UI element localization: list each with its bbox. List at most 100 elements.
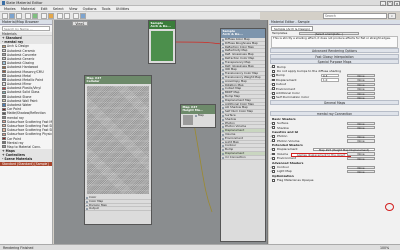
annotation-circle	[385, 203, 394, 211]
search-icon[interactable]: ⌕	[388, 13, 396, 19]
special-map-checkbox[interactable]	[272, 87, 275, 91]
move-children-icon[interactable]	[25, 13, 31, 19]
layout-children-icon[interactable]	[64, 13, 70, 19]
close-button[interactable]: ×	[394, 0, 400, 6]
surface-map-button[interactable]: None	[347, 121, 375, 125]
special-map-row: Self Illumination Color None	[269, 95, 400, 100]
photon-volume-checkbox[interactable]	[272, 139, 275, 143]
section-general-maps[interactable]: General Maps	[270, 100, 399, 105]
special-map-button[interactable]: None	[347, 91, 375, 95]
flag-opaque-checkbox[interactable]	[272, 178, 275, 182]
menu-view[interactable]: View	[69, 7, 78, 11]
maximize-button[interactable]: □	[387, 0, 393, 6]
tab-view1[interactable]: View1	[72, 21, 88, 26]
selected-scene-material[interactable]: Standard (Standard) [Sample]	[0, 161, 52, 166]
menu-utilities[interactable]: Utilities	[116, 7, 130, 11]
node-title: Map #27 Cellular	[85, 76, 151, 84]
browser-search-input[interactable]: Search by Name ...	[2, 26, 50, 31]
assign-material-icon[interactable]	[9, 13, 15, 19]
special-map-amount[interactable]: 1.0	[321, 78, 339, 82]
material-swatch-icon	[2, 78, 6, 82]
special-map-button[interactable]: None	[347, 73, 375, 78]
material-swatch-icon	[2, 44, 6, 48]
node-height-map[interactable]: Map #27 Height Ma... Map	[180, 104, 216, 128]
shadow-map-button[interactable]: None	[347, 126, 375, 130]
special-map-label: Additional Color	[275, 91, 300, 95]
volume-checkbox[interactable]	[272, 152, 275, 156]
volume-map-button[interactable]: None	[347, 152, 375, 156]
material-swatch-icon	[2, 107, 6, 111]
material-swatch-icon	[2, 99, 6, 103]
show-background-icon[interactable]	[48, 13, 54, 19]
node-slot[interactable]: Output	[85, 207, 151, 212]
node-slot-list: Diffuse Color Map Diffuse Roughness Map Re…	[221, 38, 265, 160]
node-view-canvas[interactable]: Sample Arch & De... Map #27 Cellular Col…	[54, 20, 268, 244]
wire-red	[174, 41, 223, 45]
menu-edit[interactable]: Edit	[41, 7, 48, 11]
pick-material-icon[interactable]	[2, 13, 8, 19]
displacement-checkbox[interactable]	[272, 148, 275, 151]
material-swatch-icon	[2, 132, 6, 136]
status-bar: Rendering Finished 100%	[0, 244, 400, 250]
special-map-label: Environment	[275, 86, 296, 91]
section-mr-connection[interactable]: mental ray Connection	[270, 111, 399, 116]
select-by-material-icon[interactable]	[80, 13, 86, 19]
menu-tools[interactable]: Tools	[102, 7, 111, 11]
node-slot[interactable]: Map	[194, 114, 215, 118]
node-arch-design[interactable]: Sample Arch & De... Diffuse Color Map Dif…	[220, 28, 266, 242]
node-title: Sample Arch & De...	[149, 21, 175, 29]
node-slot[interactable]: mr Connection	[221, 156, 265, 160]
search-input[interactable]: Search	[323, 13, 387, 19]
material-swatch-icon	[2, 65, 6, 69]
environment-checkbox[interactable]	[272, 156, 275, 160]
special-map-button[interactable]: None	[347, 95, 375, 100]
contour-map-button[interactable]: None	[347, 165, 375, 169]
delete-icon[interactable]	[16, 13, 22, 19]
displacement-map-button[interactable]: Map #27 (Height Map Displacement)	[313, 147, 375, 152]
lightmap-map-button[interactable]: None	[347, 169, 375, 174]
cellular-map-preview	[87, 86, 149, 194]
menu-select[interactable]: Select	[53, 7, 64, 11]
node-map-cellular[interactable]: Map #27 Cellular Color Color Map Divisio…	[84, 75, 152, 225]
layout-all-icon[interactable]	[57, 13, 63, 19]
special-map-checkbox[interactable]	[272, 78, 275, 82]
material-swatch-icon	[2, 145, 6, 149]
menu-modes[interactable]: Modes	[4, 7, 16, 11]
node-title: Sample Arch & De...	[221, 29, 265, 38]
material-name-field[interactable]: Sample (Arch & Design)	[271, 26, 313, 31]
lightmap-checkbox[interactable]	[272, 170, 275, 173]
wire-height-to-displacement	[193, 123, 213, 213]
no-bump-diffuse-checkbox[interactable]	[272, 69, 275, 73]
menu-options[interactable]: Options	[83, 7, 97, 11]
photon-map-button[interactable]: None	[347, 134, 375, 139]
hide-unused-slots-icon[interactable]	[32, 13, 38, 19]
material-swatch-icon	[2, 74, 6, 78]
special-map-button[interactable]: None	[347, 78, 375, 82]
app-icon	[1, 1, 5, 5]
template-dropdown[interactable]: (Select a template...)	[299, 31, 359, 35]
bump-checkbox[interactable]	[272, 65, 275, 69]
environment-map-button[interactable]: None	[347, 156, 375, 160]
node-sample-preview[interactable]: Sample Arch & De...	[148, 20, 176, 64]
special-map-checkbox[interactable]	[272, 74, 275, 77]
photon-checkbox[interactable]	[272, 135, 275, 138]
material-swatch-icon	[2, 94, 6, 99]
special-map-button[interactable]: None	[347, 82, 375, 86]
special-map-checkbox[interactable]	[272, 82, 275, 86]
special-map-checkbox[interactable]	[272, 91, 275, 95]
menu-material[interactable]: Material	[21, 7, 36, 11]
minimize-button[interactable]: –	[380, 0, 386, 6]
section-fast-glossy[interactable]: Fast Glossy Interpolation	[270, 53, 399, 59]
show-map-icon[interactable]	[41, 13, 47, 19]
section-special-purpose-maps[interactable]: Special Purpose Maps	[270, 59, 399, 64]
special-map-button[interactable]: None	[347, 87, 375, 91]
material-swatch-icon	[2, 69, 6, 73]
special-map-checkbox[interactable]	[272, 96, 275, 99]
section-advanced-rendering[interactable]: Advanced Rendering Options	[270, 48, 399, 53]
material-parameter-editor-icon[interactable]	[73, 13, 79, 19]
shadow-checkbox[interactable]	[272, 126, 275, 130]
contour-checkbox[interactable]	[272, 165, 275, 169]
special-map-amount[interactable]: 0.3	[321, 74, 339, 78]
surface-checkbox[interactable]	[272, 121, 275, 125]
photon-volume-map-button[interactable]: None	[347, 139, 375, 143]
